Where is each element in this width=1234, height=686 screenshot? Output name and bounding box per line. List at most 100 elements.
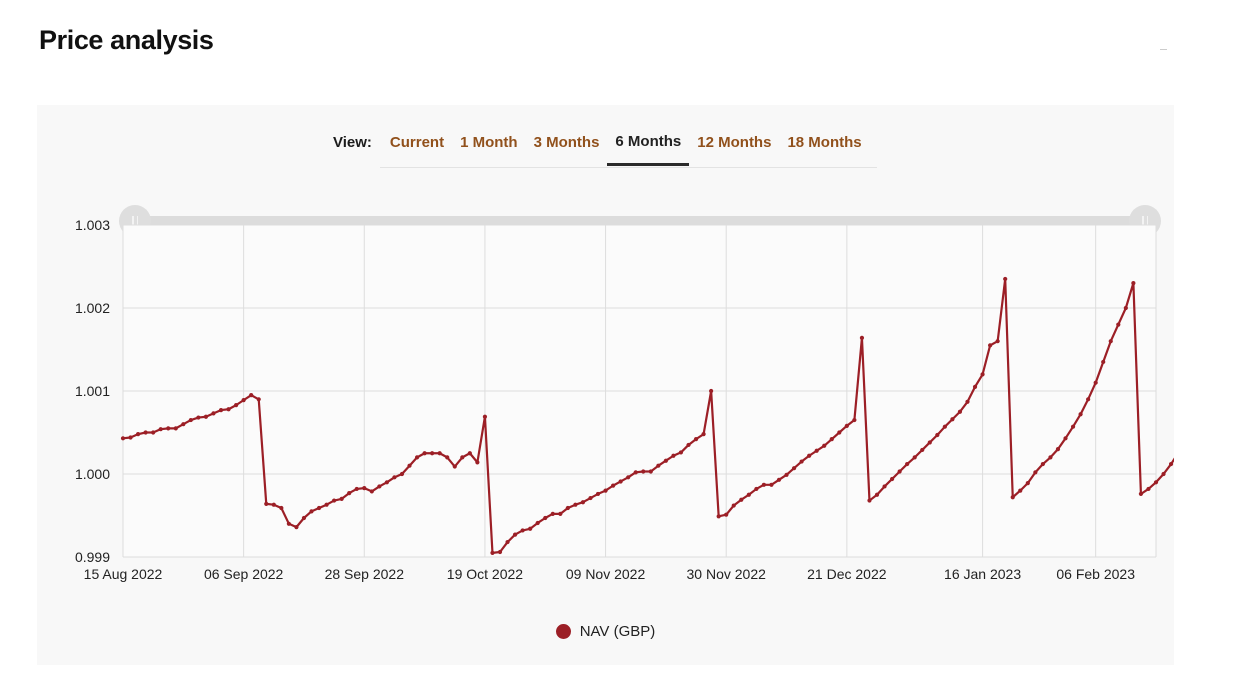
data-point-marker[interactable] [316, 505, 322, 511]
data-point-marker[interactable] [641, 469, 646, 474]
data-point-marker[interactable] [905, 461, 910, 467]
data-point-marker[interactable] [1168, 461, 1174, 467]
range-slider-track[interactable] [139, 216, 1143, 227]
data-point-marker[interactable] [912, 455, 917, 460]
data-point-marker[interactable] [844, 423, 849, 428]
data-point-marker[interactable] [746, 492, 751, 497]
data-point-marker[interactable] [218, 407, 224, 413]
data-point-marker[interactable] [626, 475, 631, 480]
data-point-marker[interactable] [678, 450, 684, 455]
data-point-marker[interactable] [407, 463, 412, 468]
data-point-marker[interactable] [618, 479, 623, 484]
data-point-marker[interactable] [535, 520, 540, 526]
data-point-marker[interactable] [739, 497, 744, 502]
data-point-marker[interactable] [867, 498, 872, 503]
data-point-marker[interactable] [332, 498, 337, 503]
data-point-marker[interactable] [761, 482, 767, 487]
data-point-marker[interactable] [211, 411, 216, 416]
range-end-handle[interactable] [1129, 205, 1161, 237]
data-point-marker[interactable] [286, 521, 291, 526]
data-point-marker[interactable] [874, 492, 880, 497]
data-point-marker[interactable] [1070, 424, 1076, 429]
data-point-marker[interactable] [882, 484, 887, 489]
data-point-marker[interactable] [158, 427, 163, 432]
data-point-marker[interactable] [309, 509, 314, 514]
data-point-marker[interactable] [595, 491, 601, 497]
data-point-marker[interactable] [482, 414, 488, 419]
tab-18-months[interactable]: 18 Months [779, 134, 869, 166]
data-point-marker[interactable] [392, 475, 397, 480]
data-point-marker[interactable] [1078, 412, 1083, 417]
data-point-marker[interactable] [686, 442, 691, 448]
data-point-marker[interactable] [1040, 461, 1045, 467]
data-point-marker[interactable] [776, 477, 782, 482]
data-point-marker[interactable] [181, 422, 186, 427]
data-point-marker[interactable] [565, 505, 570, 511]
data-point-marker[interactable] [663, 458, 668, 463]
data-point-marker[interactable] [1025, 481, 1030, 486]
tab-1-month[interactable]: 1 Month [452, 134, 526, 166]
data-point-marker[interactable] [196, 415, 201, 420]
data-point-marker[interactable] [1018, 488, 1023, 493]
data-point-marker[interactable] [573, 502, 578, 507]
data-point-marker[interactable] [1093, 380, 1098, 385]
data-point-marker[interactable] [709, 388, 714, 394]
data-point-marker[interactable] [837, 430, 842, 435]
data-point-marker[interactable] [558, 511, 563, 516]
data-point-marker[interactable] [859, 335, 865, 340]
data-point-marker[interactable] [520, 528, 525, 533]
data-point-marker[interactable] [339, 496, 344, 501]
data-point-marker[interactable] [475, 460, 480, 465]
data-point-marker[interactable] [128, 435, 133, 440]
data-point-marker[interactable] [505, 539, 510, 545]
data-point-marker[interactable] [927, 440, 932, 445]
data-point-marker[interactable] [362, 486, 367, 491]
data-point-marker[interactable] [301, 515, 307, 521]
data-point-marker[interactable] [701, 432, 706, 437]
data-point-marker[interactable] [580, 500, 586, 505]
data-point-marker[interactable] [724, 512, 729, 517]
data-point-marker[interactable] [731, 503, 736, 508]
data-point-marker[interactable] [799, 459, 804, 464]
data-point-marker[interactable] [965, 399, 970, 404]
data-point-marker[interactable] [324, 502, 329, 507]
data-point-marker[interactable] [769, 482, 774, 487]
tab-12-months[interactable]: 12 Months [689, 134, 779, 166]
data-point-marker[interactable] [784, 472, 789, 477]
data-point-marker[interactable] [1033, 470, 1038, 475]
data-point-marker[interactable] [889, 476, 895, 482]
chart-legend[interactable]: NAV (GBP) [37, 623, 1174, 640]
data-point-marker[interactable] [950, 417, 955, 422]
data-point-marker[interactable] [814, 448, 819, 453]
data-point-marker[interactable] [897, 469, 902, 474]
data-point-marker[interactable] [414, 455, 420, 460]
data-point-marker[interactable] [1101, 359, 1106, 365]
data-point-marker[interactable] [430, 451, 435, 456]
chart-range-slider[interactable] [119, 205, 1161, 237]
data-point-marker[interactable] [988, 343, 993, 348]
tab-6-months[interactable]: 6 Months [607, 133, 690, 166]
data-point-marker[interactable] [512, 532, 518, 537]
data-point-marker[interactable] [445, 455, 450, 460]
data-point-marker[interactable] [995, 339, 1000, 344]
data-point-marker[interactable] [354, 486, 359, 492]
data-point-marker[interactable] [611, 483, 616, 488]
data-point-marker[interactable] [452, 464, 457, 469]
data-point-marker[interactable] [256, 397, 261, 402]
data-point-marker[interactable] [1116, 322, 1121, 327]
data-point-marker[interactable] [264, 501, 269, 506]
data-point-marker[interactable] [972, 384, 978, 389]
data-point-marker[interactable] [942, 424, 947, 429]
data-point-marker[interactable] [1010, 495, 1015, 500]
data-point-marker[interactable] [671, 453, 676, 458]
data-point-marker[interactable] [754, 486, 759, 492]
data-point-marker[interactable] [1161, 471, 1166, 477]
data-point-marker[interactable] [467, 451, 472, 456]
data-point-marker[interactable] [528, 526, 533, 531]
data-point-marker[interactable] [294, 525, 299, 530]
data-point-marker[interactable] [935, 432, 940, 438]
data-point-marker[interactable] [1086, 397, 1091, 402]
data-point-marker[interactable] [279, 505, 284, 511]
data-point-marker[interactable] [807, 453, 812, 458]
data-point-marker[interactable] [422, 451, 427, 456]
